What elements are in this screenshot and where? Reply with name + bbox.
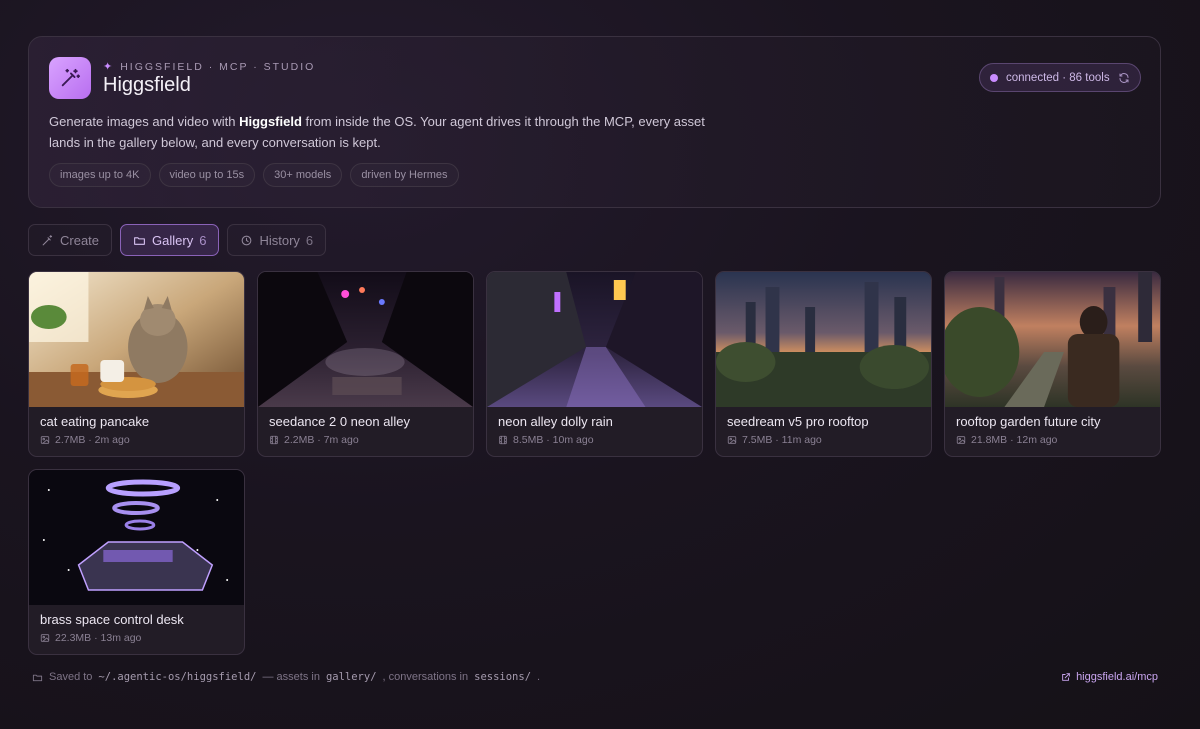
thumbnail-image bbox=[716, 272, 931, 407]
gallery-card[interactable]: rooftop garden future city 21.8MB · 12m … bbox=[944, 271, 1161, 457]
card-meta-text: 7.5MB · 11m ago bbox=[742, 434, 822, 446]
tab-create[interactable]: Create bbox=[28, 224, 113, 256]
tab-label: History bbox=[259, 232, 300, 248]
description-text: Generate images and video with bbox=[49, 114, 240, 129]
card-meta-text: 22.3MB · 13m ago bbox=[55, 632, 142, 644]
footer-gallery-dir: gallery/ bbox=[325, 671, 377, 683]
tab-history[interactable]: History 6 bbox=[227, 224, 327, 256]
thumbnail-image bbox=[945, 272, 1160, 407]
folder-icon bbox=[134, 236, 145, 245]
card-title: rooftop garden future city bbox=[956, 414, 1101, 429]
card-meta-text: 21.8MB · 12m ago bbox=[971, 434, 1058, 446]
tab-label: Create bbox=[60, 232, 100, 248]
tab-bar: Create Gallery 6 History 6 bbox=[28, 224, 327, 256]
thumbnail-image bbox=[258, 272, 473, 407]
external-link[interactable]: higgsfield.ai/mcp bbox=[1061, 671, 1158, 683]
card-meta: 2.7MB · 2m ago bbox=[40, 434, 130, 446]
gallery-card[interactable]: seedance 2 0 neon alley 2.2MB · 7m ago bbox=[257, 271, 474, 457]
connection-status-text: connected · 86 tools bbox=[1006, 71, 1110, 84]
tab-label: Gallery bbox=[152, 232, 194, 248]
thumbnail-image bbox=[29, 272, 244, 407]
card-title: brass space control desk bbox=[40, 612, 184, 627]
connection-status-button[interactable]: connected · 86 tools bbox=[979, 63, 1141, 92]
card-meta-text: 8.5MB · 10m ago bbox=[513, 434, 594, 446]
thumbnail-image bbox=[29, 470, 244, 605]
footer-text: . bbox=[537, 671, 541, 683]
card-meta: 21.8MB · 12m ago bbox=[956, 434, 1057, 446]
gallery-card[interactable]: neon alley dolly rain 8.5MB · 10m ago bbox=[486, 271, 703, 457]
tab-count: 6 bbox=[199, 232, 207, 248]
card-title: neon alley dolly rain bbox=[498, 414, 613, 429]
card-meta-text: 2.7MB · 2m ago bbox=[55, 434, 130, 446]
card-meta: 7.5MB · 11m ago bbox=[727, 434, 822, 446]
tab-gallery[interactable]: Gallery 6 bbox=[120, 224, 220, 256]
history-icon bbox=[242, 235, 252, 245]
feature-chip: video up to 15s bbox=[158, 163, 256, 187]
thumbnail-image bbox=[487, 272, 702, 407]
footer-text: , conversations in bbox=[382, 671, 469, 683]
card-title: cat eating pancake bbox=[40, 414, 150, 429]
card-meta-text: 2.2MB · 7m ago bbox=[284, 434, 359, 446]
description-brand: Higgsfield bbox=[239, 114, 302, 129]
external-link-icon bbox=[1062, 673, 1070, 681]
gallery-card[interactable]: brass space control desk 22.3MB · 13m ag… bbox=[28, 469, 245, 655]
feature-chip: images up to 4K bbox=[49, 163, 151, 187]
footer-text: Saved to bbox=[49, 671, 93, 683]
description: Generate images and video with Higgsfiel… bbox=[49, 111, 729, 153]
feature-chip: driven by Hermes bbox=[350, 163, 459, 187]
refresh-icon[interactable] bbox=[1118, 72, 1130, 84]
gallery-card[interactable]: seedream v5 pro rooftop 7.5MB · 11m ago bbox=[715, 271, 932, 457]
folder-icon bbox=[32, 674, 43, 681]
status-dot-icon bbox=[990, 73, 998, 82]
sparkle-icon: ✦ bbox=[103, 61, 115, 73]
image-icon bbox=[40, 436, 50, 444]
page-title: Higgsfield bbox=[103, 74, 191, 96]
tab-count: 6 bbox=[305, 232, 314, 248]
magic-wand-logo-icon bbox=[49, 57, 91, 99]
header-card: ✦ HIGGSFIELD · MCP · STUDIO Higgsfield c… bbox=[28, 36, 1161, 208]
card-title: seedream v5 pro rooftop bbox=[727, 414, 869, 429]
footer-text: — assets in bbox=[262, 671, 320, 683]
feature-chips: images up to 4K video up to 15s 30+ mode… bbox=[49, 163, 459, 187]
magic-wand-icon bbox=[42, 234, 53, 245]
card-meta: 8.5MB · 10m ago bbox=[498, 434, 594, 446]
feature-chip: 30+ models bbox=[263, 163, 343, 187]
gallery-card[interactable]: cat eating pancake 2.7MB · 2m ago bbox=[28, 271, 245, 457]
eyebrow-text: HIGGSFIELD · MCP · STUDIO bbox=[120, 60, 316, 73]
image-icon bbox=[956, 436, 966, 444]
footer-path: ~/.agentic-os/higgsfield/ bbox=[98, 671, 257, 683]
footer-sessions-dir: sessions/ bbox=[474, 671, 532, 683]
image-icon bbox=[40, 634, 50, 642]
film-icon bbox=[499, 435, 507, 445]
card-meta: 2.2MB · 7m ago bbox=[269, 434, 359, 446]
footer-note: Saved to ~/.agentic-os/higgsfield/ — ass… bbox=[32, 671, 540, 683]
card-meta: 22.3MB · 13m ago bbox=[40, 632, 141, 644]
card-title: seedance 2 0 neon alley bbox=[269, 414, 410, 429]
image-icon bbox=[727, 436, 737, 444]
film-icon bbox=[270, 435, 278, 445]
eyebrow: ✦ HIGGSFIELD · MCP · STUDIO bbox=[103, 60, 316, 74]
external-link-text: higgsfield.ai/mcp bbox=[1076, 671, 1158, 683]
